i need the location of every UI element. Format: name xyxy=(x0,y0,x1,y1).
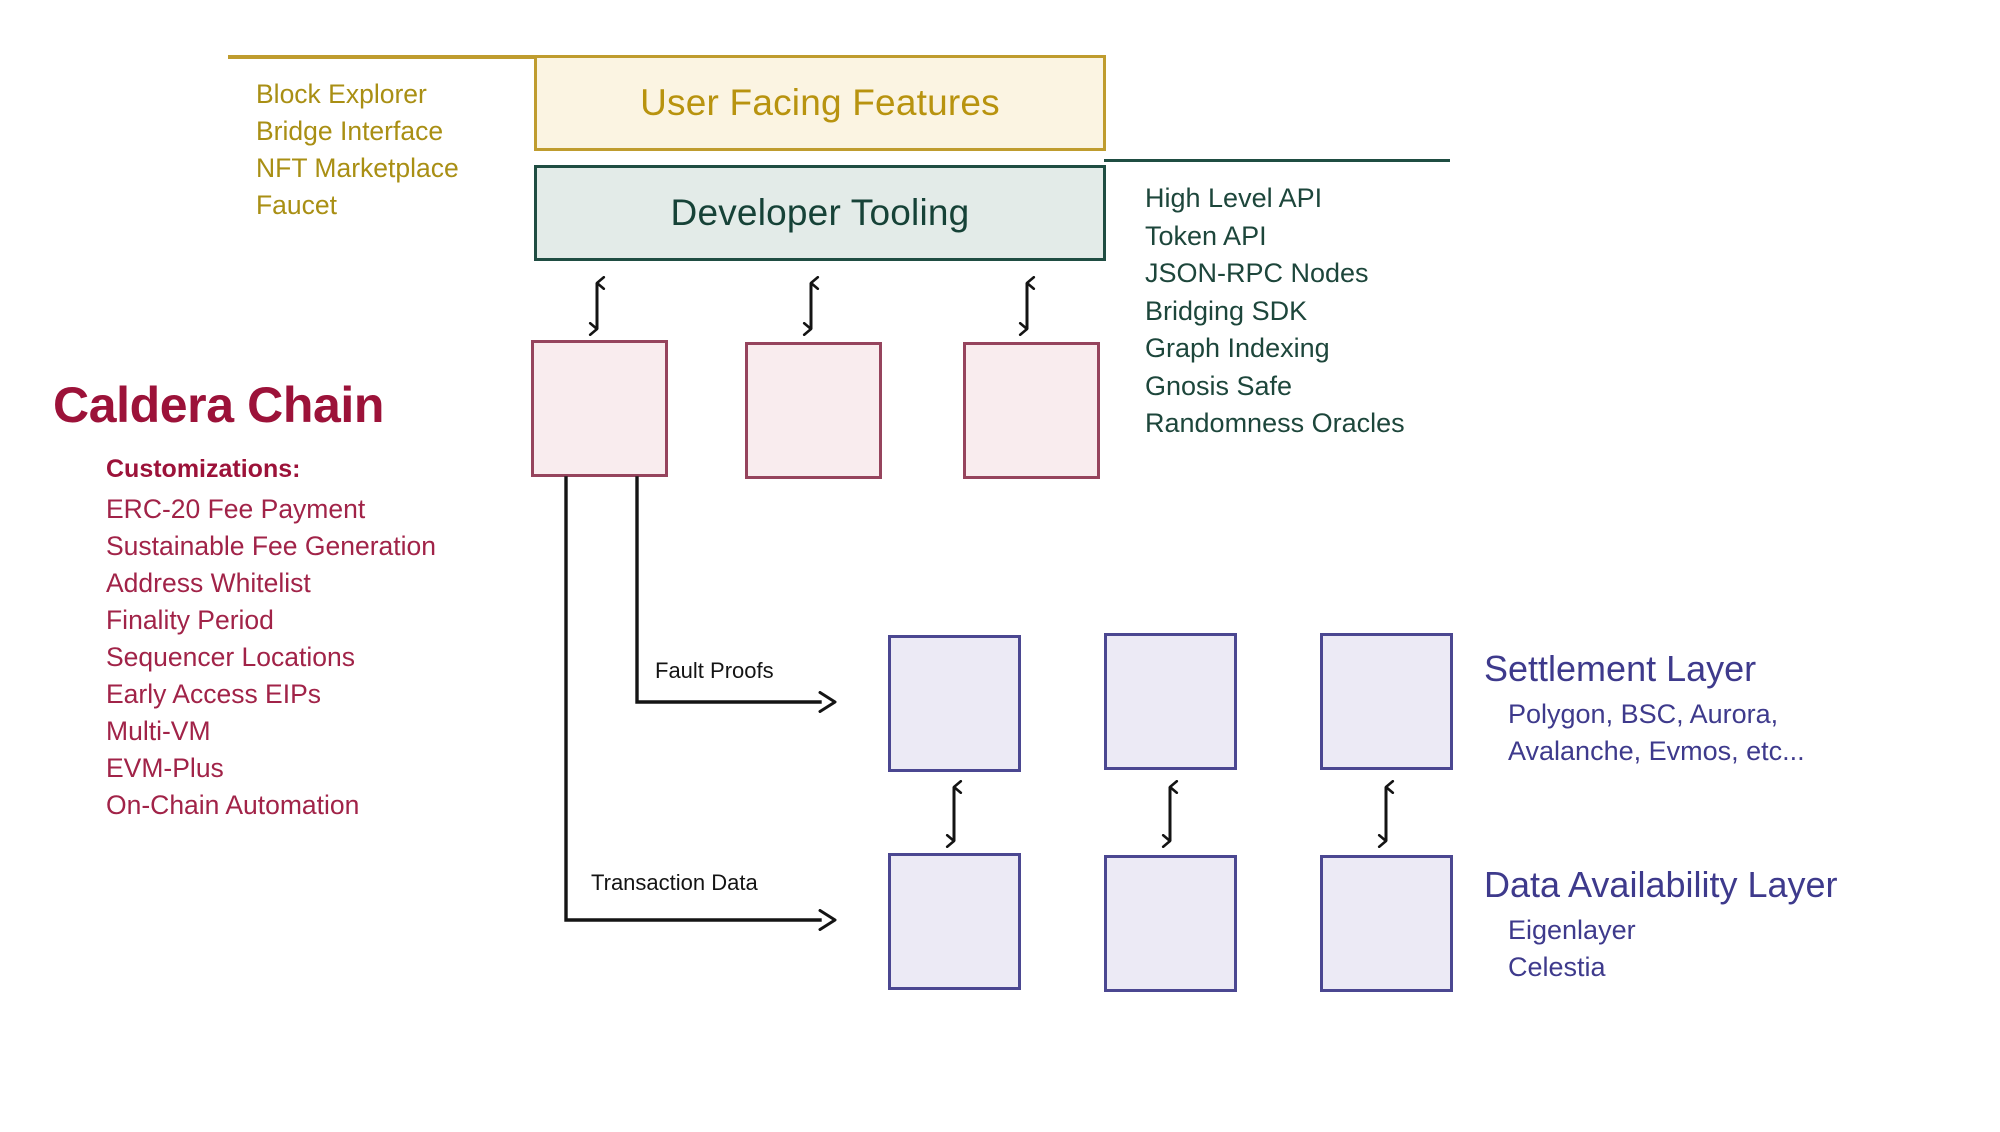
list-item: JSON-RPC Nodes xyxy=(1145,258,1369,288)
list-item: Finality Period xyxy=(106,605,274,635)
settlement-layer-node-box xyxy=(888,635,1021,772)
caldera-chain-title: Caldera Chain xyxy=(53,377,385,433)
caldera-chain-node-box xyxy=(963,342,1100,479)
developer-tooling-list: High Level API Token API JSON-RPC Nodes … xyxy=(1145,180,1405,443)
list-item: Gnosis Safe xyxy=(1145,370,1293,401)
user-facing-features-list: Block Explorer Bridge Interface NFT Mark… xyxy=(256,76,459,224)
customizations-list: ERC-20 Fee Payment Sustainable Fee Gener… xyxy=(106,491,436,824)
settlement-layer-title: Settlement Layer xyxy=(1484,648,1757,689)
list-item: Address Whitelist xyxy=(106,568,311,598)
list-item: ERC-20 Fee Payment xyxy=(106,494,366,524)
list-item: On-Chain Automation xyxy=(106,790,360,820)
diagram-canvas: User Facing Features Developer Tooling B… xyxy=(0,0,2000,1132)
customizations-heading: Customizations: xyxy=(106,455,301,483)
developer-tooling-box: Developer Tooling xyxy=(534,165,1106,261)
fault-proofs-label: Fault Proofs xyxy=(655,658,774,683)
data-availability-layer-title: Data Availability Layer xyxy=(1484,864,1838,905)
list-item: Celestia xyxy=(1508,952,1606,982)
data-availability-layer-examples: Eigenlayer Celestia xyxy=(1508,912,1636,986)
list-item: Randomness Oracles xyxy=(1145,408,1405,438)
green-divider-line xyxy=(1104,159,1450,162)
list-item: Graph Indexing xyxy=(1145,333,1330,363)
gold-divider-line xyxy=(228,55,534,59)
transaction-data-connector xyxy=(564,476,837,931)
list-item: Early Access EIPs xyxy=(106,679,322,709)
list-item: Eigenlayer xyxy=(1508,915,1636,945)
settlement-layer-node-box xyxy=(1320,633,1453,770)
settlement-layer-node-box xyxy=(1104,633,1237,770)
list-item: Faucet xyxy=(256,190,338,220)
list-item: Multi-VM xyxy=(106,716,211,746)
settlement-to-da-arrows xyxy=(954,787,1386,841)
user-facing-features-box: User Facing Features xyxy=(534,55,1106,151)
list-item: Token API xyxy=(1145,220,1267,251)
settlement-layer-examples: Polygon, BSC, Aurora, Avalanche, Evmos, … xyxy=(1508,696,1805,770)
data-availability-node-box xyxy=(1104,855,1237,992)
developer-tooling-label: Developer Tooling xyxy=(670,192,970,233)
list-item: Polygon, BSC, Aurora, xyxy=(1508,699,1779,729)
list-item: Avalanche, Evmos, etc... xyxy=(1508,736,1805,766)
data-availability-node-box xyxy=(1320,855,1453,992)
list-item: Bridging SDK xyxy=(1145,295,1308,326)
tooling-to-chain-arrows xyxy=(597,283,1027,329)
list-item: Sequencer Locations xyxy=(106,642,355,672)
list-item: High Level API xyxy=(1145,183,1323,213)
transaction-data-label: Transaction Data xyxy=(591,870,758,895)
list-item: Sustainable Fee Generation xyxy=(106,531,436,561)
list-item: NFT Marketplace xyxy=(256,153,459,183)
caldera-chain-node-box xyxy=(531,340,668,477)
list-item: Block Explorer xyxy=(256,79,427,109)
list-item: Bridge Interface xyxy=(256,116,444,146)
data-availability-node-box xyxy=(888,853,1021,990)
caldera-chain-node-box xyxy=(745,342,882,479)
list-item: EVM-Plus xyxy=(106,753,224,783)
user-facing-features-label: User Facing Features xyxy=(640,82,1000,123)
